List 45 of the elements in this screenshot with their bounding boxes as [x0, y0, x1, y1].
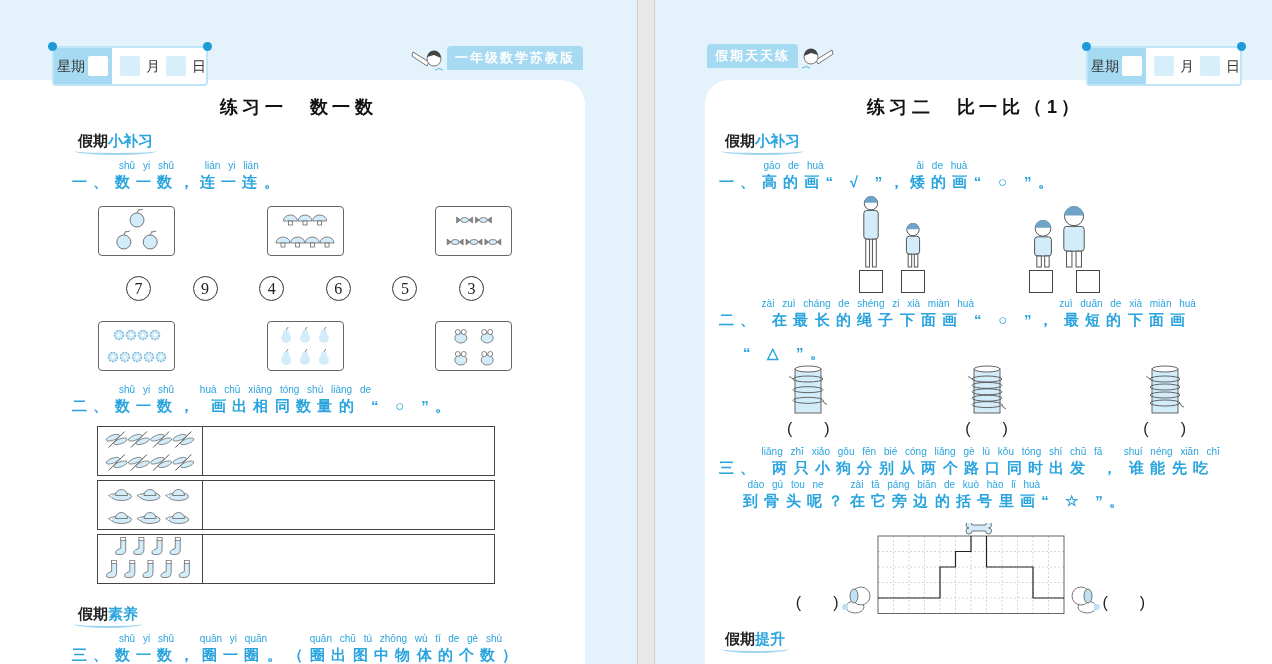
weekday-field[interactable] [88, 56, 108, 76]
answer-cell[interactable] [203, 480, 495, 530]
question-text: 三、 liǎng zhī xiǎo gǒu fēn bié cóng liǎng gè lù kǒu tóng shí chū fā 两只小狗分别从两个路口同时出发 ， shuí néng xiān chī 谁能先吃 dào gú tou ne 到骨头呢？ zài tā páng biān de kuò hào lǐ huà 在它旁边的括号里画“ ☆ ”。 [719, 445, 1221, 511]
exercise-title: 练习一 数一数 [219, 96, 378, 119]
pin-icon [1237, 42, 1246, 51]
series-badge: 一年级数学苏教版 [447, 46, 583, 70]
section-heading: 假期小补习 [74, 131, 157, 155]
answer-square[interactable] [1029, 270, 1053, 293]
day-label: 日 [1226, 56, 1240, 76]
answer-cell[interactable] [203, 534, 495, 584]
question-text: 二、 zài zuì cháng de shéng zi xià miàn huà 在最长的绳子下面画 “ ○ ”， zuì duǎn de xià miàn huà 最短的下面画 “ △ ”。 [719, 297, 1197, 363]
weekday-label: 星期 [57, 56, 85, 76]
month-label: 月 [1180, 56, 1194, 76]
answer-square[interactable] [901, 270, 925, 293]
pin-icon [1082, 42, 1091, 51]
rope-spool-drawing [966, 365, 1007, 417]
day-field[interactable] [1200, 56, 1220, 76]
question-text: 一、 gāo de huà 高的画“ √ ”， ǎi de huà 矮的画“ ○ ”。 [719, 159, 1060, 192]
day-field[interactable] [166, 56, 186, 76]
question-text: 三、 shǔ yi shǔ 数一数， quān yi quān 圈一圈。（ quān chū tú zhōng wù tǐ de gè shù 圈出图中物体的个数） [72, 632, 525, 664]
rope-spool-drawing [1144, 365, 1185, 417]
answer-brackets[interactable]: ( ) [1143, 417, 1186, 441]
month-field[interactable] [1154, 56, 1174, 76]
answer-square[interactable] [859, 270, 883, 293]
answer-cell[interactable] [203, 426, 495, 476]
question-text: 一、 shǔ yi shǔ 数一数， lián yi lián 连一连。 [72, 159, 287, 192]
month-label: 月 [146, 56, 160, 76]
answer-brackets[interactable]: ( ) [795, 590, 839, 615]
answer-square[interactable] [1076, 270, 1100, 293]
answer-brackets[interactable]: ( ) [1102, 590, 1146, 615]
pin-icon [48, 42, 57, 51]
answer-brackets[interactable]: ( ) [787, 417, 830, 441]
rope-spool-drawing [788, 365, 829, 417]
weekday-label: 星期 [1091, 56, 1119, 76]
answer-brackets[interactable]: ( ) [965, 417, 1008, 441]
section-heading: 假期小补习 [721, 131, 804, 155]
section-heading: 假期素养 [74, 604, 142, 628]
series-badge: 假期天天练 [707, 44, 798, 68]
month-field[interactable] [120, 56, 140, 76]
exercise-title: 练习二 比一比（1） [867, 96, 1084, 119]
weekday-field[interactable] [1122, 56, 1142, 76]
pin-icon [203, 42, 212, 51]
question-text: 二、 shǔ yi shǔ 数一数， huà chū xiāng tóng shù liàng de 画出相同数量的 “ ○ ”。 [72, 383, 458, 416]
day-label: 日 [192, 56, 206, 76]
section-heading: 假期提升 [721, 628, 789, 653]
